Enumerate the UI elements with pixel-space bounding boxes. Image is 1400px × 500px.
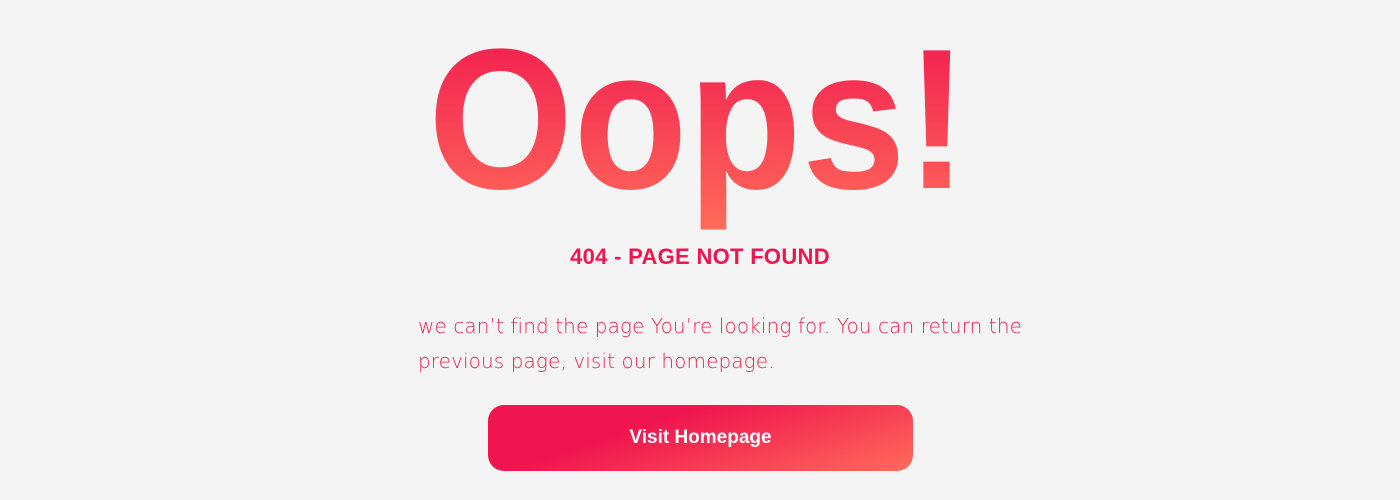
oops-title: Oops! [428, 8, 968, 230]
error-code-heading: 404 - PAGE NOT FOUND [570, 244, 830, 269]
oops-heading: Oops! [0, 0, 1400, 230]
error-page: Oops! 404 - PAGE NOT FOUND we can’t find… [0, 0, 1400, 500]
error-message: we can’t find the page You’re looking fo… [418, 314, 1023, 373]
visit-homepage-button[interactable]: Visit Homepage [488, 405, 913, 471]
